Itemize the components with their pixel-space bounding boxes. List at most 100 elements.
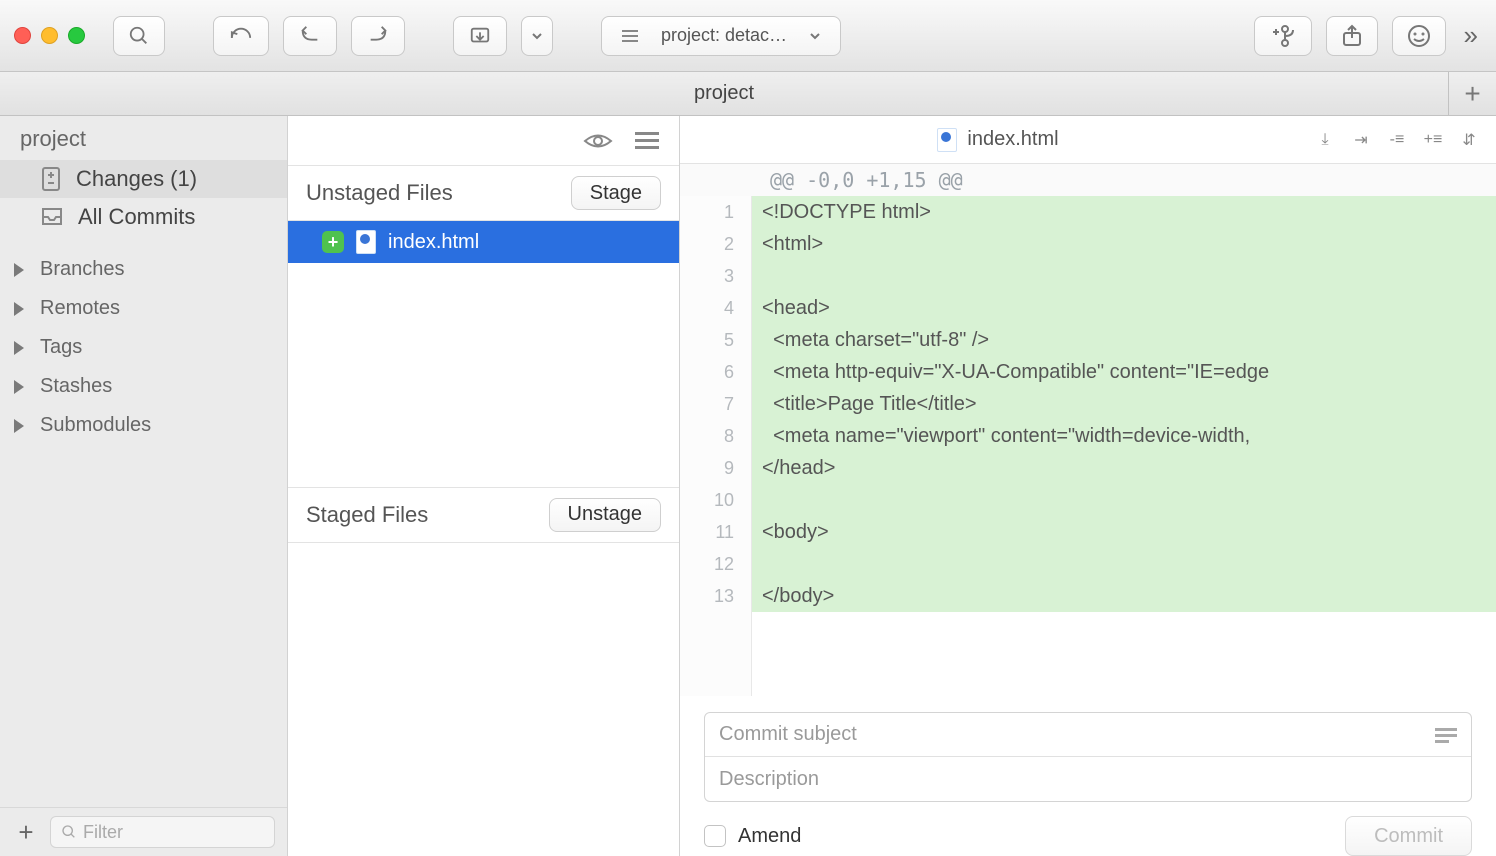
- line-number: 4: [680, 292, 752, 324]
- tab-project[interactable]: project: [0, 72, 1448, 115]
- minimize-window-button[interactable]: [41, 27, 58, 44]
- chevron-down-icon: [808, 29, 822, 43]
- share-icon: [1341, 24, 1363, 48]
- unstaged-header: Unstaged Files Stage: [288, 166, 679, 221]
- add-button[interactable]: +: [12, 817, 40, 848]
- disclosure-triangle-icon: [14, 380, 24, 394]
- close-window-button[interactable]: [14, 27, 31, 44]
- feedback-button[interactable]: [1392, 16, 1446, 56]
- sidebar-section-stashes[interactable]: Stashes: [0, 367, 287, 406]
- code-line: <body>: [752, 516, 1496, 548]
- branch-selector[interactable]: project: detac…: [601, 16, 841, 56]
- pull-button[interactable]: [283, 16, 337, 56]
- fetch-icon: [228, 25, 254, 47]
- unstage-button[interactable]: Unstage: [549, 498, 662, 532]
- fetch-button[interactable]: [213, 16, 269, 56]
- diff-filename: index.html: [967, 128, 1058, 151]
- expand-icon[interactable]: [1435, 727, 1457, 743]
- line-number: 11: [680, 516, 752, 548]
- whitespace-button[interactable]: ⇥: [1348, 127, 1374, 153]
- smiley-icon: [1407, 24, 1431, 48]
- code-line: <head>: [752, 292, 1496, 324]
- new-branch-button[interactable]: [1254, 16, 1312, 56]
- window-controls: [14, 27, 85, 44]
- commit-description-input[interactable]: [719, 768, 1457, 791]
- section-label: Tags: [40, 336, 82, 359]
- maximize-window-button[interactable]: [68, 27, 85, 44]
- code-line: [752, 260, 1496, 292]
- tray-icon: [40, 206, 64, 228]
- sidebar-item-all-commits[interactable]: All Commits: [0, 198, 287, 236]
- overflow-button[interactable]: »: [1460, 20, 1482, 51]
- stage-button[interactable]: Stage: [571, 176, 661, 210]
- code-line: [752, 484, 1496, 516]
- list-view-icon[interactable]: [635, 132, 659, 150]
- diff-body[interactable]: 1<!DOCTYPE html>2<html>34<head>5 <meta c…: [680, 196, 1496, 696]
- line-number: 2: [680, 228, 752, 260]
- code-line: <title>Page Title</title>: [752, 388, 1496, 420]
- commit-area: [680, 696, 1496, 802]
- disclosure-triangle-icon: [14, 263, 24, 277]
- share-button[interactable]: [1326, 16, 1378, 56]
- line-number: 5: [680, 324, 752, 356]
- diff-title: index.html: [694, 128, 1302, 152]
- add-tab-button[interactable]: +: [1448, 72, 1496, 115]
- toolbar: project: detac… »: [0, 0, 1496, 72]
- line-number: 3: [680, 260, 752, 292]
- search-button[interactable]: [113, 16, 165, 56]
- filter-placeholder: Filter: [83, 822, 123, 843]
- dedent-button[interactable]: -≡: [1384, 127, 1410, 153]
- file-list-panel: Unstaged Files Stage + index.html Staged…: [288, 116, 680, 856]
- disclosure-triangle-icon: [14, 302, 24, 316]
- sidebar-item-label: All Commits: [78, 204, 195, 230]
- filter-field[interactable]: Filter: [50, 816, 275, 848]
- branch-selector-label: project: detac…: [661, 25, 787, 46]
- commit-subject-input[interactable]: [719, 723, 1435, 746]
- amend-label: Amend: [738, 825, 801, 848]
- code-line: <html>: [752, 228, 1496, 260]
- line-number: 6: [680, 356, 752, 388]
- sidebar-heading: project: [0, 116, 287, 160]
- commit-button[interactable]: Commit: [1345, 816, 1472, 856]
- file-list-header: [288, 116, 679, 166]
- line-number: 9: [680, 452, 752, 484]
- amend-checkbox[interactable]: [704, 825, 726, 847]
- section-label: Branches: [40, 258, 125, 281]
- html-file-icon: [356, 230, 376, 254]
- section-label: Remotes: [40, 297, 120, 320]
- sidebar-section-tags[interactable]: Tags: [0, 328, 287, 367]
- file-row[interactable]: + index.html: [288, 221, 679, 263]
- stash-dropdown[interactable]: [521, 16, 553, 56]
- code-line: </body>: [752, 580, 1496, 612]
- eye-icon[interactable]: [583, 130, 613, 152]
- tab-bar: project +: [0, 72, 1496, 116]
- commit-box: [704, 712, 1472, 802]
- collapse-all-button[interactable]: ⤓: [1312, 127, 1338, 153]
- sidebar: project Changes (1) All Commits Branches…: [0, 116, 288, 856]
- tab-label: project: [694, 82, 754, 105]
- code-line: <meta name="viewport" content="width=dev…: [752, 420, 1496, 452]
- git-branch-plus-icon: [1269, 24, 1297, 48]
- staged-title: Staged Files: [306, 502, 428, 528]
- line-number: 13: [680, 580, 752, 612]
- line-number: 10: [680, 484, 752, 516]
- settings-button[interactable]: ⇵: [1456, 127, 1482, 153]
- line-number: 12: [680, 548, 752, 580]
- section-label: Submodules: [40, 414, 151, 437]
- code-line: </head>: [752, 452, 1496, 484]
- sidebar-section-remotes[interactable]: Remotes: [0, 289, 287, 328]
- chevron-down-icon: [530, 29, 544, 43]
- code-line: <!DOCTYPE html>: [752, 196, 1496, 228]
- code-line: <meta charset="utf-8" />: [752, 324, 1496, 356]
- push-button[interactable]: [351, 16, 405, 56]
- stash-button[interactable]: [453, 16, 507, 56]
- sidebar-item-changes[interactable]: Changes (1): [0, 160, 287, 198]
- staged-header: Staged Files Unstage: [288, 487, 679, 543]
- indent-button[interactable]: +≡: [1420, 127, 1446, 153]
- sidebar-section-submodules[interactable]: Submodules: [0, 406, 287, 445]
- diff-header: index.html ⤓ ⇥ -≡ +≡ ⇵: [680, 116, 1496, 164]
- sidebar-section-branches[interactable]: Branches: [0, 250, 287, 289]
- main-layout: project Changes (1) All Commits Branches…: [0, 116, 1496, 856]
- list-icon: [620, 28, 640, 44]
- search-icon: [61, 824, 77, 840]
